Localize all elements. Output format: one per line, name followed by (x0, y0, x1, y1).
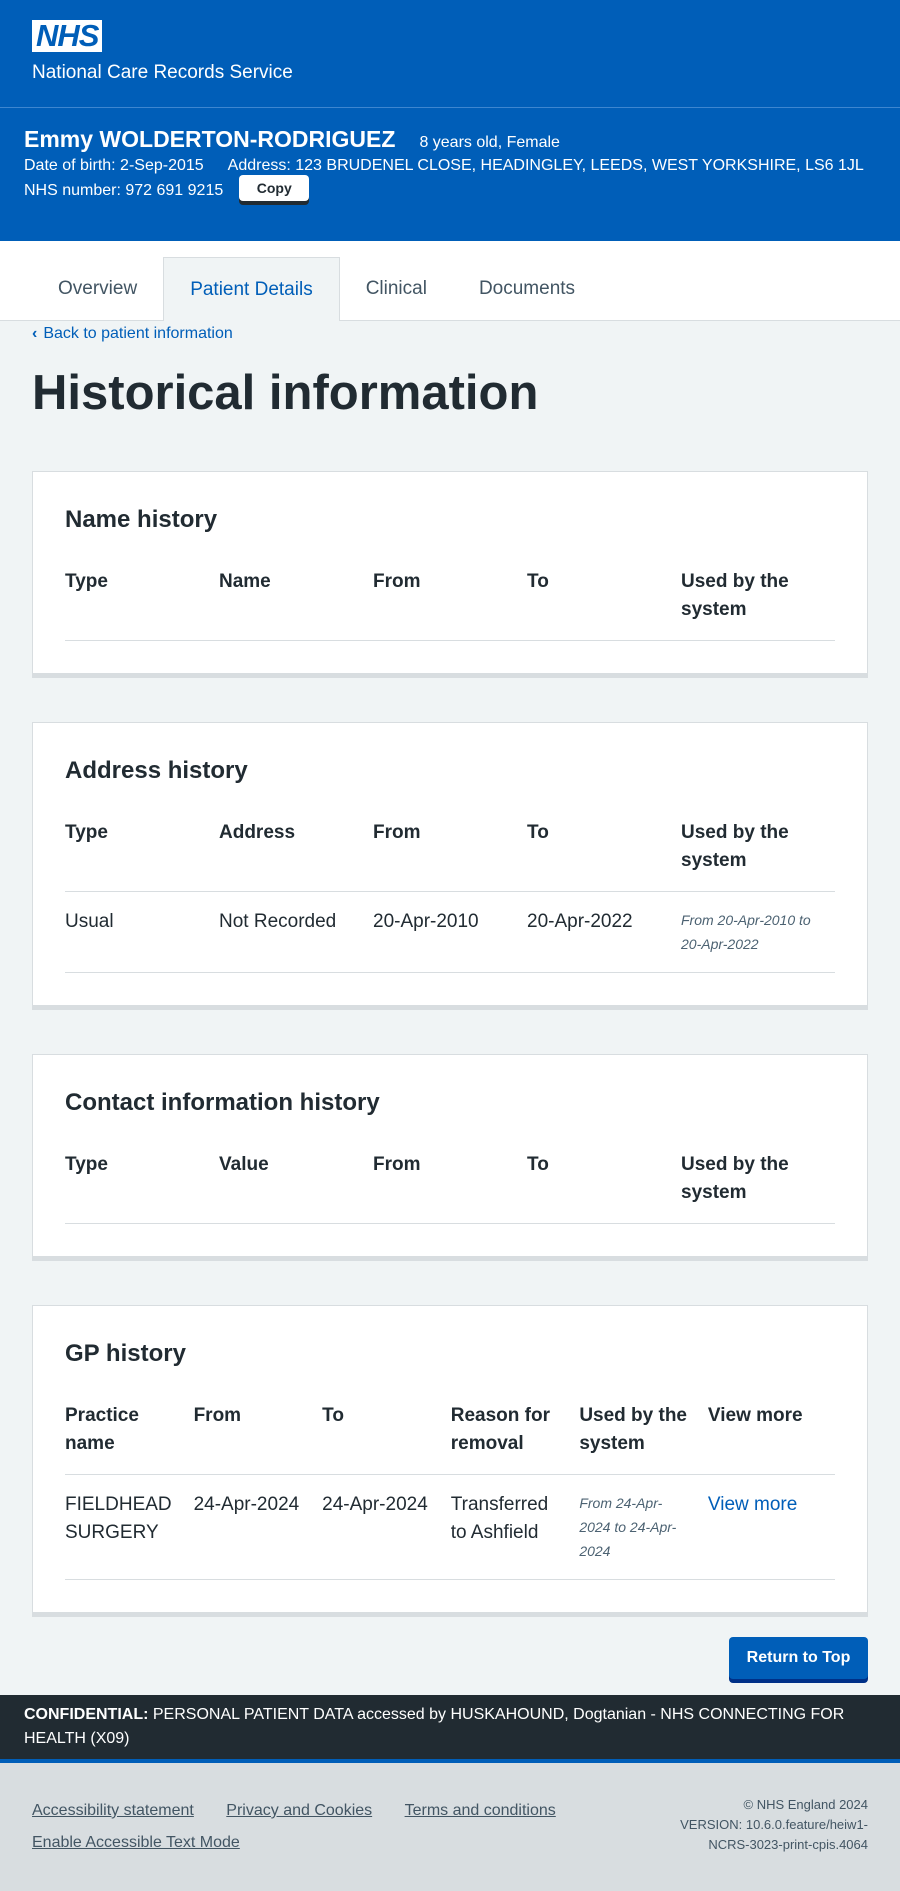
page-title: Historical information (32, 366, 539, 420)
accessible-text-mode-link[interactable]: Enable Accessible Text Mode (32, 1834, 240, 1851)
table-cell: Transferred to Ashfield (450, 1474, 580, 1580)
back-link[interactable]: ‹ Back to patient information (32, 325, 900, 343)
used-by-system-text: From 20-Apr-2010 to 20-Apr-2022 (681, 912, 811, 952)
table-cell: From 24-Apr-2024 to 24-Apr-2024 (579, 1474, 708, 1580)
view-more-link[interactable]: View more (708, 1494, 797, 1515)
confidential-label: CONFIDENTIAL: (24, 1706, 149, 1723)
used-by-system-text: From 24-Apr-2024 to 24-Apr-2024 (579, 1495, 677, 1559)
tab-patient-details[interactable]: Patient Details (163, 257, 340, 321)
name-history-title: Name history (65, 506, 218, 533)
column-header: View more (707, 1390, 835, 1475)
name-history-card: Name history Type Name From To Used by t… (32, 471, 868, 678)
tab-clinical[interactable]: Clinical (340, 257, 453, 320)
confidential-text: PERSONAL PATIENT DATA accessed by HUSKAH… (24, 1706, 845, 1747)
tab-overview[interactable]: Overview (32, 257, 163, 320)
name-history-table: Type Name From To Used by the system (65, 556, 835, 641)
table-cell: Usual (65, 891, 219, 973)
contact-history-title: Contact information history (65, 1089, 380, 1116)
column-header: Name (219, 556, 373, 641)
contact-history-table: Type Value From To Used by the system (65, 1139, 835, 1224)
patient-nhs-number: NHS number: 972 691 9215 (24, 182, 224, 199)
table-header-row: Type Value From To Used by the system (65, 1139, 835, 1224)
table-cell: 24-Apr-2024 (322, 1474, 451, 1580)
table-cell: From 20-Apr-2010 to 20-Apr-2022 (681, 891, 835, 973)
service-name[interactable]: National Care Records Service (32, 62, 868, 84)
table-header-row: Type Name From To Used by the system (65, 556, 835, 641)
gp-history-card: GP history Practice name From To Reason … (32, 1305, 868, 1617)
column-header: To (322, 1390, 451, 1475)
accessibility-statement-link[interactable]: Accessibility statement (32, 1802, 194, 1819)
column-header: Used by the system (681, 807, 835, 892)
column-header: Type (65, 807, 219, 892)
table-header-row: Type Address From To Used by the system (65, 807, 835, 892)
gp-history-title: GP history (65, 1340, 186, 1367)
column-header: Used by the system (681, 556, 835, 641)
table-cell: View more (707, 1474, 835, 1580)
column-header: To (527, 556, 681, 641)
footer-meta: © NHS England 2024 VERSION: 10.6.0.featu… (680, 1795, 868, 1859)
address-history-card: Address history Type Address From To Use… (32, 722, 868, 1010)
return-to-top-button[interactable]: Return to Top (729, 1637, 868, 1679)
patient-name: Emmy WOLDERTON-RODRIGUEZ (24, 126, 396, 152)
version-line: NCRS-3023-print-cpis.4064 (708, 1837, 868, 1852)
table-header-row: Practice name From To Reason for removal… (65, 1390, 835, 1475)
footer-links: Accessibility statement Privacy and Cook… (32, 1795, 584, 1859)
table-cell: 24-Apr-2024 (193, 1474, 323, 1580)
version-line: VERSION: 10.6.0.feature/heiw1- (680, 1817, 868, 1832)
table-cell: 20-Apr-2022 (527, 891, 681, 973)
patient-banner: Emmy WOLDERTON-RODRIGUEZ 8 years old, Fe… (0, 108, 900, 241)
column-header: Reason for removal (450, 1390, 580, 1475)
column-header: Value (219, 1139, 373, 1224)
column-header: From (373, 556, 527, 641)
patient-address: Address: 123 BRUDENEL CLOSE, HEADINGLEY,… (227, 157, 864, 174)
column-header: Type (65, 1139, 219, 1224)
column-header: From (373, 807, 527, 892)
column-header: To (527, 1139, 681, 1224)
column-header: Address (219, 807, 373, 892)
gp-history-table: Practice name From To Reason for removal… (65, 1390, 835, 1580)
column-header: Type (65, 556, 219, 641)
table-cell: Not Recorded (219, 891, 373, 973)
chevron-left-icon: ‹ (32, 325, 38, 342)
nhs-logo[interactable]: NHS (32, 20, 103, 52)
address-history-table: Type Address From To Used by the system … (65, 807, 835, 973)
table-cell: 20-Apr-2010 (373, 891, 527, 973)
column-header: From (373, 1139, 527, 1224)
address-history-title: Address history (65, 757, 248, 784)
column-header: To (527, 807, 681, 892)
patient-dob: Date of birth: 2-Sep-2015 (24, 157, 204, 174)
contact-history-card: Contact information history Type Value F… (32, 1054, 868, 1261)
site-footer: Accessibility statement Privacy and Cook… (0, 1763, 900, 1891)
column-header: From (193, 1390, 323, 1475)
copy-nhs-number-button[interactable]: Copy (239, 175, 310, 201)
patient-age-sex: 8 years old, Female (419, 134, 560, 151)
column-header: Used by the system (579, 1390, 708, 1475)
column-header: Practice name (65, 1390, 194, 1475)
privacy-cookies-link[interactable]: Privacy and Cookies (226, 1802, 372, 1819)
copyright: © NHS England 2024 (743, 1797, 869, 1812)
table-cell: FIELDHEAD SURGERY (65, 1474, 194, 1580)
tab-documents[interactable]: Documents (453, 257, 601, 320)
terms-conditions-link[interactable]: Terms and conditions (405, 1802, 556, 1819)
table-row: Usual Not Recorded 20-Apr-2010 20-Apr-20… (65, 891, 835, 973)
patient-tabs: Overview Patient Details Clinical Docume… (0, 241, 900, 321)
column-header: Used by the system (681, 1139, 835, 1224)
table-row: FIELDHEAD SURGERY 24-Apr-2024 24-Apr-202… (65, 1474, 835, 1580)
confidential-banner: CONFIDENTIAL: PERSONAL PATIENT DATA acce… (0, 1695, 900, 1763)
site-header: NHS National Care Records Service (0, 0, 900, 108)
